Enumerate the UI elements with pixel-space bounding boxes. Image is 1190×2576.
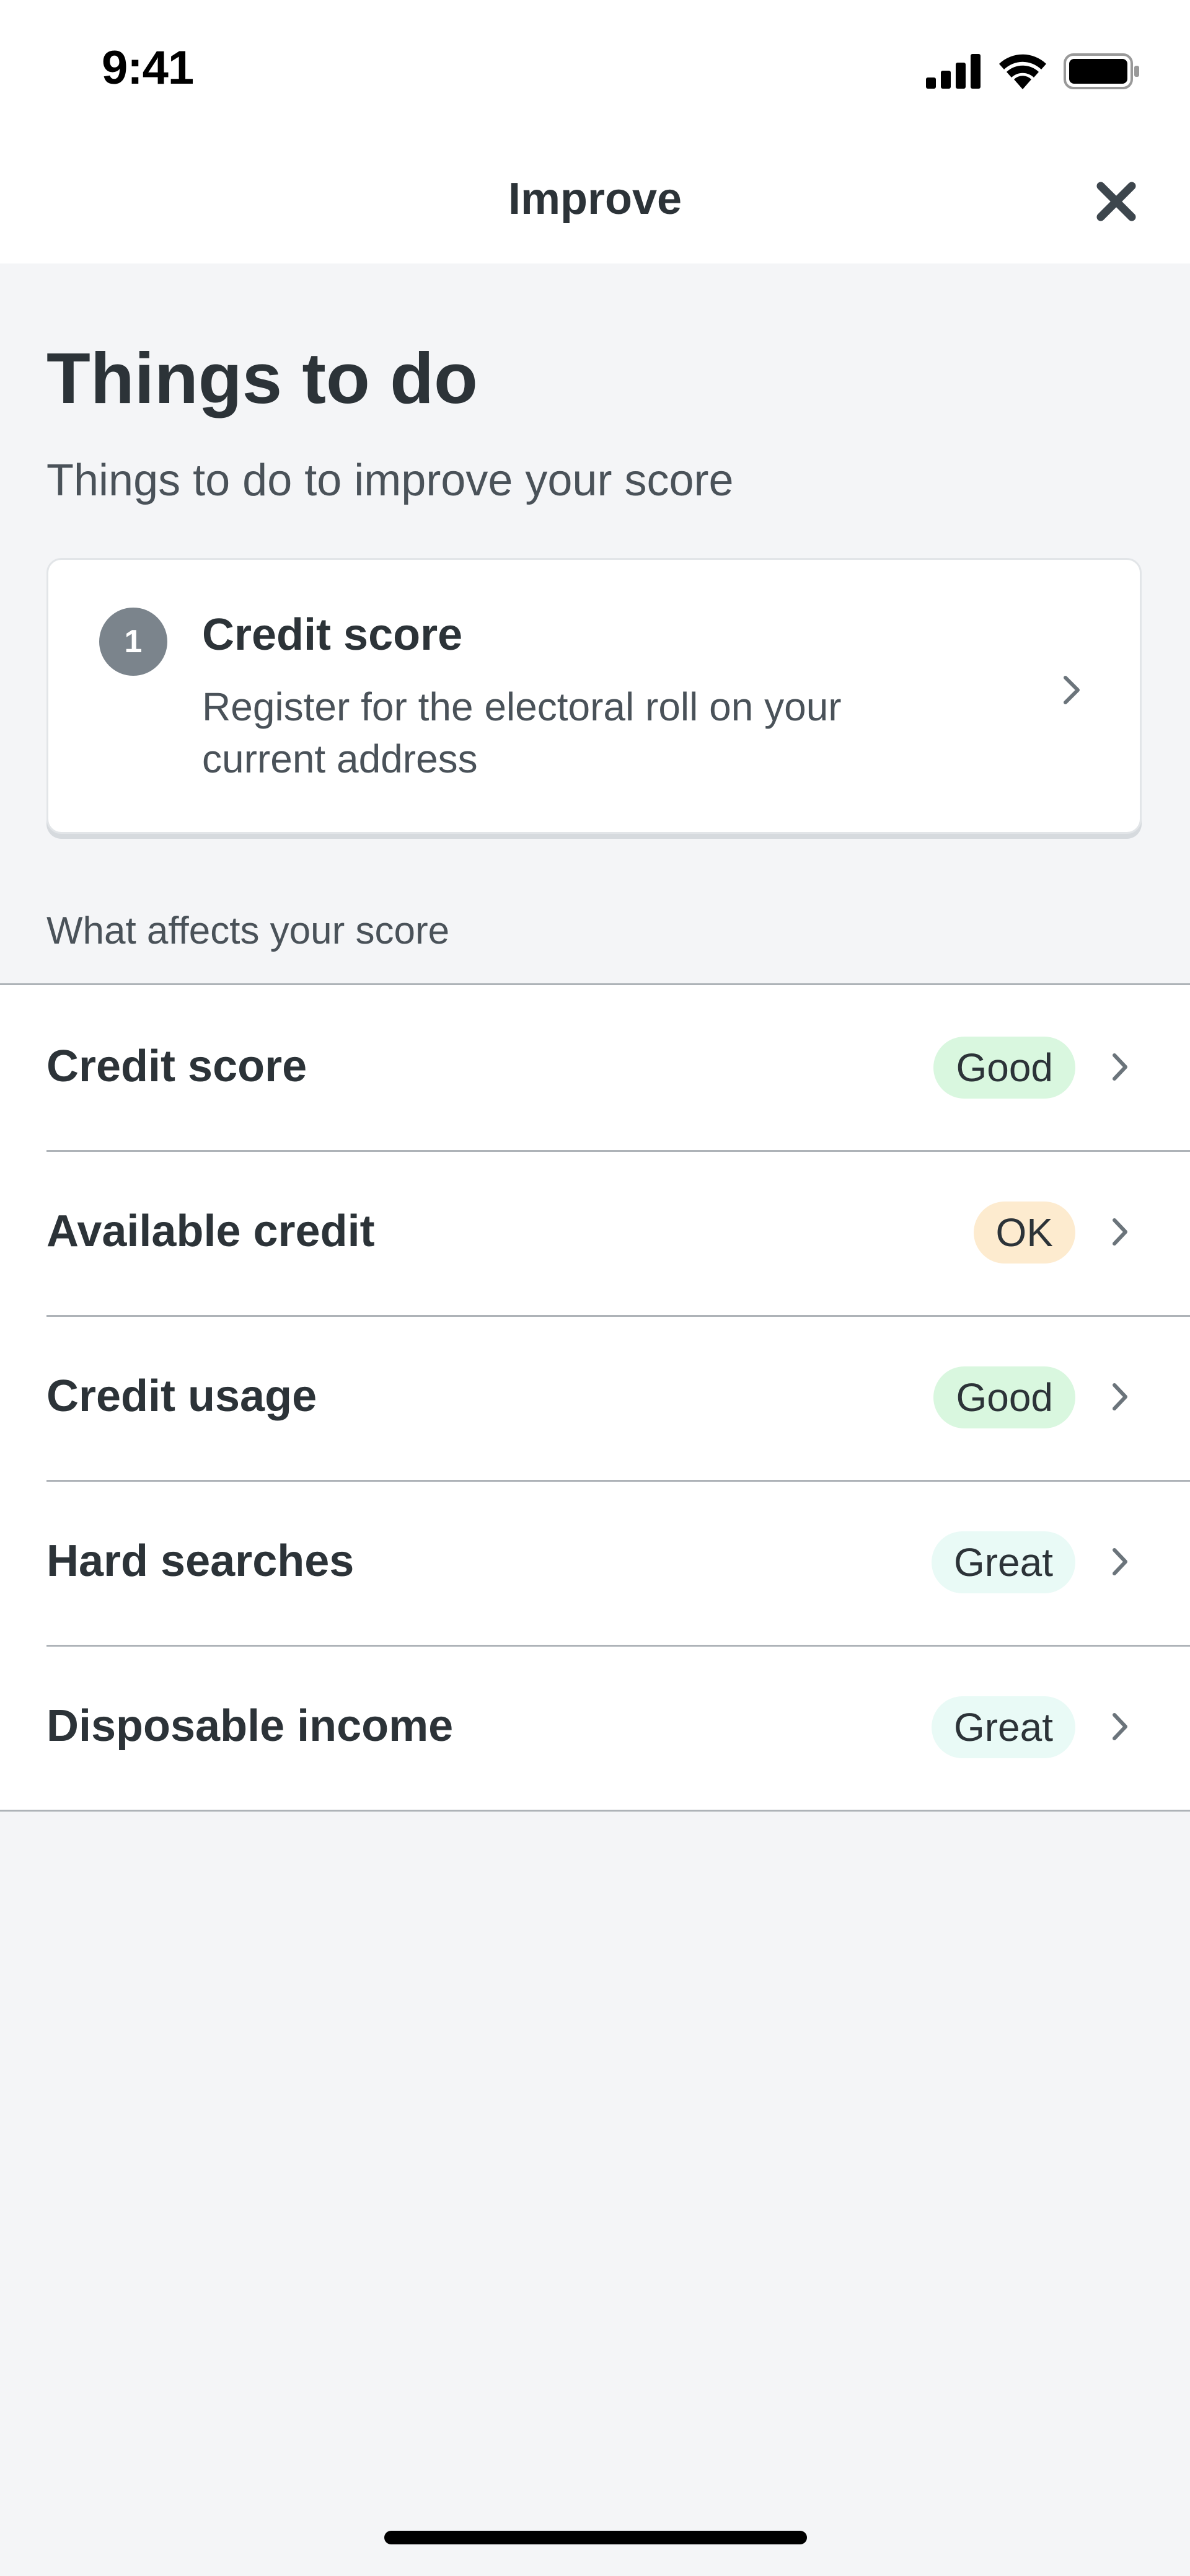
factor-label: Disposable income [46,1701,454,1751]
close-button[interactable] [1092,177,1140,226]
close-icon [1096,182,1136,221]
page-subtitle: Things to do to improve your score [46,456,734,505]
nav-title: Improve [508,174,682,224]
wifi-icon [998,53,1047,92]
status-bar: 9:41 [0,0,1190,136]
home-indicator[interactable] [384,2531,807,2544]
factor-row-disposable-income[interactable]: Disposable income Great [0,1645,1190,1810]
status-time: 9:41 [102,42,194,94]
rating-badge: Great [931,1696,1075,1758]
page-title: Things to do [46,338,478,418]
rating-badge: Good [933,1366,1075,1428]
cellular-signal-icon [926,54,982,92]
chevron-right-icon [1064,676,1080,704]
factor-row-credit-usage[interactable]: Credit usage Good [0,1315,1190,1480]
factor-label: Credit usage [46,1371,317,1421]
todo-description: Register for the electoral roll on your … [202,684,842,781]
nav-bar: Improve [0,136,1190,263]
factor-row-hard-searches[interactable]: Hard searches Great [0,1480,1190,1645]
chevron-right-icon [1113,1548,1127,1575]
rating-badge: OK [973,1202,1075,1264]
chevron-right-icon [1113,1053,1127,1081]
factor-row-credit-score[interactable]: Credit score Good [0,985,1190,1150]
chevron-right-icon [1113,1383,1127,1410]
todo-card-credit-score[interactable]: 1 Credit score Register for the electora… [46,558,1142,834]
todo-title: Credit score [202,610,463,660]
factors-list: Credit score Good Available credit OK Cr… [0,983,1190,1812]
todo-number-badge: 1 [99,608,167,676]
chevron-right-icon [1113,1713,1127,1740]
factor-row-available-credit[interactable]: Available credit OK [0,1150,1190,1315]
rating-badge: Great [931,1531,1075,1593]
factor-label: Hard searches [46,1536,355,1586]
factor-label: Credit score [46,1042,307,1091]
chevron-right-icon [1113,1218,1127,1246]
factor-label: Available credit [46,1206,375,1256]
battery-icon [1064,53,1140,92]
section-label: What affects your score [46,910,450,952]
rating-badge: Good [933,1037,1075,1099]
status-icons [926,53,1140,92]
